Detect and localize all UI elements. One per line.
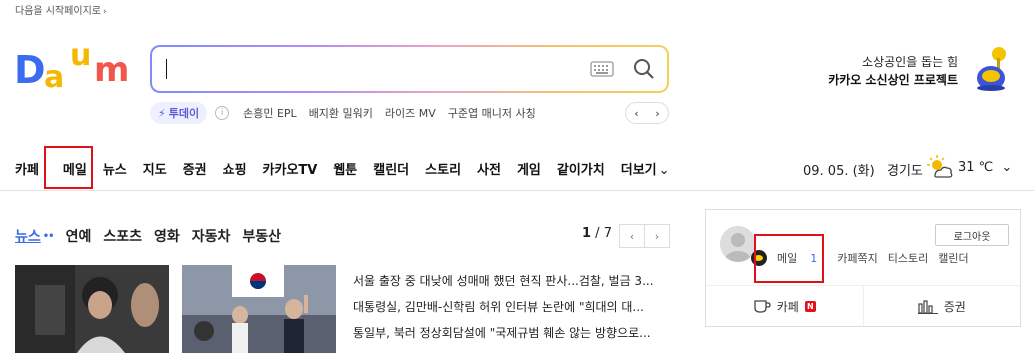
- promo-banner[interactable]: 소상공인을 돕는 힘 카카오 소신상인 프로젝트: [828, 53, 958, 89]
- nav-story[interactable]: 스토리: [425, 159, 461, 178]
- mail-link-highlight-box: [754, 234, 824, 283]
- cafe-shortcut[interactable]: 카페 N: [706, 286, 863, 326]
- nav-calendar[interactable]: 캘린더: [373, 159, 409, 178]
- keyword-item[interactable]: 손흥민 EPL: [243, 105, 297, 121]
- search-box[interactable]: [150, 45, 669, 93]
- set-homepage-label: 다음을 시작페이지로: [15, 6, 101, 17]
- nav-news[interactable]: 뉴스: [103, 159, 127, 178]
- user-name: [766, 218, 812, 232]
- today-button[interactable]: ⚡ 투데이: [150, 102, 208, 124]
- tistory-link[interactable]: 티스토리: [888, 250, 928, 266]
- keyword-item[interactable]: 라이즈 MV: [385, 105, 436, 121]
- cafe-note-link[interactable]: 카페쪽지: [837, 250, 877, 266]
- headline-link[interactable]: 대통령실, 김만배-신학림 허위 인터뷰 논란에 "희대의 대...: [353, 294, 668, 320]
- logout-button[interactable]: 로그아웃: [935, 224, 1009, 246]
- keyword-item[interactable]: 배지환 밀워키: [309, 105, 373, 121]
- tab-car[interactable]: 자동차: [192, 226, 231, 246]
- keyword-pager: ‹ ›: [625, 102, 669, 124]
- page-current: 1: [582, 226, 592, 241]
- tab-indicator: ••: [42, 230, 55, 242]
- weather-region[interactable]: 경기도: [887, 160, 923, 179]
- bolt-icon: ⚡: [158, 106, 166, 120]
- tab-sports[interactable]: 스포츠: [103, 226, 142, 246]
- news-headlines: 서울 출장 중 대낮에 성매매 했던 현직 판사...검찰, 벌금 3... 대…: [353, 268, 668, 346]
- nav-stock[interactable]: 증권: [183, 159, 207, 178]
- tab-news[interactable]: 뉴스: [15, 226, 41, 246]
- bar-chart-icon: [917, 300, 938, 314]
- chevron-right-icon: ›: [102, 7, 107, 17]
- today-date: 09. 05. (화): [803, 164, 875, 179]
- service-nav: 카페 메일 뉴스 지도 증권 쇼핑 카카오TV 웹툰 캘린더 스토리 사전 게임…: [0, 146, 1034, 191]
- today-label: 투데이: [168, 107, 200, 120]
- logo-letter-u: u: [70, 38, 92, 73]
- logo-letter-a: a: [44, 60, 65, 95]
- chevron-left-icon[interactable]: ‹: [620, 225, 644, 247]
- trending-keywords: ⚡ 투데이 i 손흥민 EPL 배지환 밀워키 라이즈 MV 구준엽 매니저 사칭: [150, 102, 548, 124]
- nav-more[interactable]: 더보기 ⌄: [621, 159, 670, 178]
- promo-line2: 카카오 소신상인 프로젝트: [828, 73, 958, 87]
- news-tabs: 뉴스 •• 연예 스포츠 영화 자동차 부동산: [15, 226, 293, 246]
- account-panel: 로그아웃 메일 1 카페쪽지 티스토리 캘린더 카페 N 증권: [705, 209, 1021, 327]
- chevron-down-icon: ⌄: [658, 162, 670, 178]
- stock-label: 증권: [943, 299, 966, 314]
- tab-realestate[interactable]: 부동산: [242, 226, 281, 246]
- temperature[interactable]: 31 ℃ ⌄: [958, 160, 1012, 175]
- search-icon[interactable]: [632, 57, 656, 81]
- logo-letter-m: m: [94, 50, 130, 90]
- partly-cloudy-icon: [927, 155, 953, 178]
- nav-webtoon[interactable]: 웹툰: [333, 159, 357, 178]
- daum-logo[interactable]: D a u m: [14, 38, 132, 95]
- calendar-link[interactable]: 캘린더: [938, 250, 968, 266]
- temperature-value: 31 ℃: [958, 160, 994, 175]
- news-pager: ‹ ›: [619, 224, 670, 248]
- page-total: 7: [603, 226, 612, 241]
- cup-icon: [754, 300, 771, 313]
- search-input[interactable]: [166, 59, 167, 79]
- chevron-right-icon[interactable]: ›: [647, 103, 668, 123]
- nav-shopping[interactable]: 쇼핑: [223, 159, 247, 178]
- nav-game[interactable]: 게임: [517, 159, 541, 178]
- cafe-label: 카페: [776, 299, 799, 314]
- tab-movie[interactable]: 영화: [154, 226, 180, 246]
- page-separator: /: [591, 226, 604, 241]
- headline-link[interactable]: 서울 출장 중 대낮에 성매매 했던 현직 판사...검찰, 벌금 3...: [353, 268, 668, 294]
- chevron-down-icon: ⌄: [1001, 160, 1013, 175]
- news-pager-count: 1 / 7: [582, 226, 612, 241]
- headline-link[interactable]: 통일부, 북러 정상회담설에 "국제규범 훼손 않는 방향으로...: [353, 320, 668, 346]
- nav-more-label: 더보기: [620, 162, 657, 178]
- news-thumbnail[interactable]: [15, 265, 169, 353]
- tab-entertainment[interactable]: 연예: [66, 226, 92, 246]
- info-icon[interactable]: i: [215, 106, 230, 120]
- new-badge: N: [804, 300, 816, 312]
- promo-line1: 소상공인을 돕는 힘: [862, 55, 958, 69]
- nav-kakaotv[interactable]: 카카오TV: [263, 159, 318, 178]
- chevron-left-icon[interactable]: ‹: [626, 103, 647, 123]
- mail-highlight-box: [44, 146, 93, 189]
- nav-cafe[interactable]: 카페: [15, 159, 39, 178]
- keyboard-icon[interactable]: [590, 61, 614, 77]
- keyword-item[interactable]: 구준엽 매니저 사칭: [448, 105, 536, 121]
- logo-letter-d: D: [14, 48, 46, 92]
- kakao-character-icon: [977, 47, 1006, 91]
- news-thumbnail[interactable]: [182, 265, 336, 353]
- chevron-right-icon[interactable]: ›: [644, 225, 669, 247]
- nav-dictionary[interactable]: 사전: [477, 159, 501, 178]
- set-homepage-link[interactable]: 다음을 시작페이지로 ›: [15, 2, 107, 17]
- stock-shortcut[interactable]: 증권: [862, 286, 1021, 326]
- nav-together[interactable]: 같이가치: [557, 159, 605, 178]
- nav-map[interactable]: 지도: [143, 159, 167, 178]
